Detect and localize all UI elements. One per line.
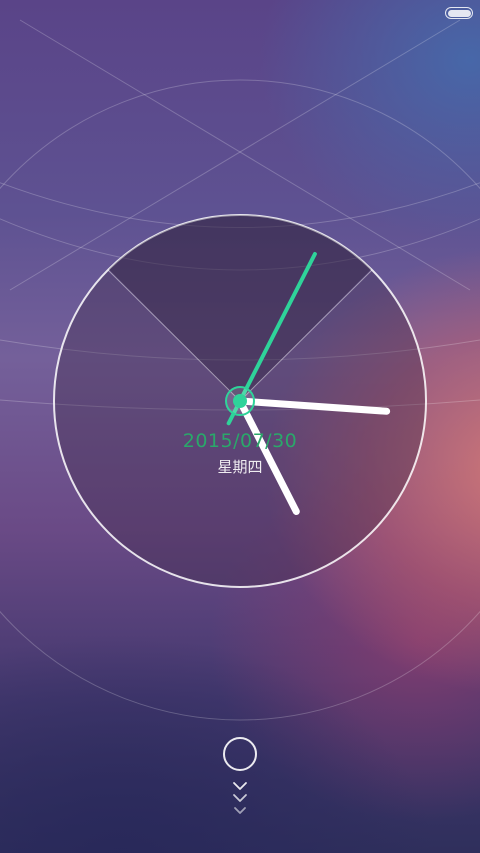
chevron-down-icon (234, 807, 246, 814)
lock-date: 2015/07/30 (182, 430, 298, 452)
analog-clock (53, 214, 427, 588)
clock-center-dot (233, 394, 247, 408)
chevron-down-icon (233, 782, 247, 790)
swipe-chevrons-icon (233, 782, 247, 814)
unlock-circle-icon[interactable] (223, 737, 257, 771)
chevron-down-icon (233, 794, 247, 802)
lock-weekday: 星期四 (217, 458, 263, 476)
